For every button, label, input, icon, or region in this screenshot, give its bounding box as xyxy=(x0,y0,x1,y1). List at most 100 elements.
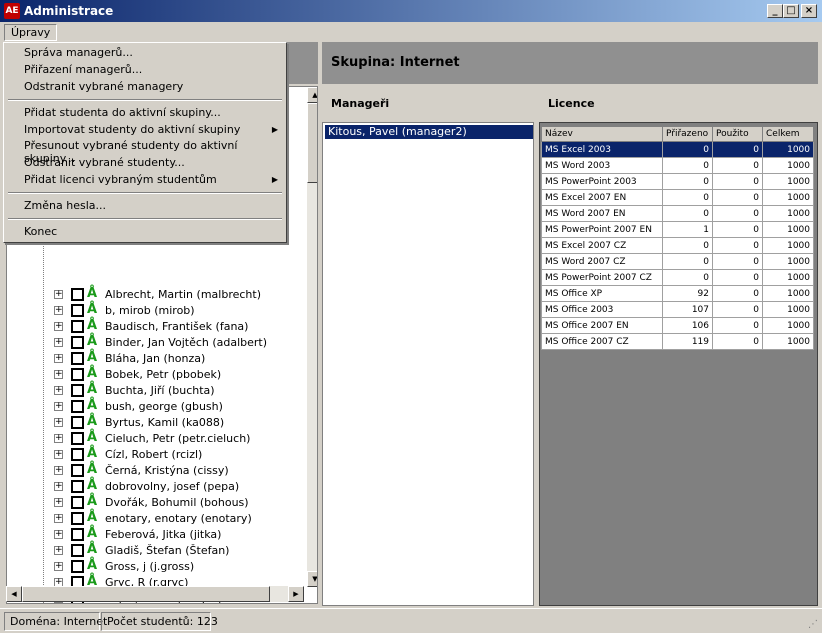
column-header-used[interactable]: Použito xyxy=(712,126,763,142)
scroll-up-button[interactable]: ▲ xyxy=(307,87,317,103)
list-item[interactable]: + Å Bobek, Petr (pbobek) xyxy=(7,366,307,383)
scroll-thumb[interactable] xyxy=(307,103,317,183)
expand-icon[interactable]: + xyxy=(54,290,63,299)
checkbox[interactable] xyxy=(71,288,84,301)
table-row[interactable]: MS Excel 2003 0 0 1000 xyxy=(541,141,814,158)
checkbox[interactable] xyxy=(71,512,84,525)
checkbox[interactable] xyxy=(71,528,84,541)
expand-icon[interactable]: + xyxy=(54,482,63,491)
list-item[interactable]: + Å Baudisch, František (fana) xyxy=(7,318,307,335)
list-item[interactable]: + Å Cízl, Robert (rcizl) xyxy=(7,446,307,463)
checkbox[interactable] xyxy=(71,544,84,557)
resize-grip-icon[interactable]: ⋰ xyxy=(808,619,820,631)
cell-total: 1000 xyxy=(762,237,814,254)
column-header-assigned[interactable]: Přiřazeno xyxy=(662,126,713,142)
horizontal-scrollbar[interactable]: ◀ ▶ xyxy=(6,586,304,602)
expand-icon[interactable]: + xyxy=(54,498,63,507)
table-row[interactable]: MS PowerPoint 2003 0 0 1000 xyxy=(541,173,814,190)
table-row[interactable]: MS Excel 2007 CZ 0 0 1000 xyxy=(541,237,814,254)
checkbox[interactable] xyxy=(71,416,84,429)
cell-used: 0 xyxy=(712,157,763,174)
list-item[interactable]: + Åb, mirob (mirob) xyxy=(7,302,307,319)
list-item[interactable]: + Å Cieluch, Petr (petr.cieluch) xyxy=(7,430,307,447)
expand-icon[interactable]: + xyxy=(54,354,63,363)
list-item[interactable]: + Å Feberová, Jitka (jitka) xyxy=(7,526,307,543)
checkbox[interactable] xyxy=(71,368,84,381)
menu-item-add-license[interactable]: Přidat licenci vybraným studentům xyxy=(24,173,217,186)
column-header-name[interactable]: Název xyxy=(541,126,663,142)
list-item[interactable]: + Å Gross, j (j.gross) xyxy=(7,558,307,575)
table-row[interactable]: MS Office XP 92 0 1000 xyxy=(541,285,814,302)
menu-item-import-students[interactable]: Importovat studenty do aktivní skupiny xyxy=(24,123,240,136)
checkbox[interactable] xyxy=(71,560,84,573)
menu-item-change-password[interactable]: Změna hesla... xyxy=(24,199,106,212)
expand-icon[interactable]: + xyxy=(54,546,63,555)
table-row[interactable]: MS PowerPoint 2007 EN 1 0 1000 xyxy=(541,221,814,238)
table-row[interactable]: MS PowerPoint 2007 CZ 0 0 1000 xyxy=(541,269,814,286)
checkbox[interactable] xyxy=(71,448,84,461)
list-item[interactable]: + Åenotary, enotary (enotary) xyxy=(7,510,307,527)
list-item[interactable]: + Å Albrecht, Martin (malbrecht) xyxy=(7,286,307,303)
expand-icon[interactable]: + xyxy=(54,466,63,475)
list-item[interactable]: + Åbush, george (gbush) xyxy=(7,398,307,415)
list-item[interactable]: + Å Černá, Kristýna (cissy) xyxy=(7,462,307,479)
menu-item-assign-managers[interactable]: Přiřazení managerů... xyxy=(24,63,142,76)
maximize-button[interactable]: □ xyxy=(783,4,799,18)
expand-icon[interactable]: + xyxy=(54,450,63,459)
expand-icon[interactable]: + xyxy=(54,530,63,539)
menu-item-manager-admin[interactable]: Správa managerů... xyxy=(24,46,133,59)
checkbox[interactable] xyxy=(71,480,84,493)
hscroll-thumb[interactable] xyxy=(22,586,270,602)
list-item[interactable]: + Å Binder, Jan Vojtěch (adalbert) xyxy=(7,334,307,351)
expand-icon[interactable]: + xyxy=(54,338,63,347)
list-item[interactable]: Kitous, Pavel (manager2) xyxy=(325,125,533,139)
expand-icon[interactable]: + xyxy=(54,370,63,379)
table-row[interactable]: MS Word 2003 0 0 1000 xyxy=(541,157,814,174)
checkbox[interactable] xyxy=(71,352,84,365)
list-item[interactable]: + Ådobrovolny, josef (pepa) xyxy=(7,478,307,495)
checkbox[interactable] xyxy=(71,432,84,445)
table-row[interactable]: MS Word 2007 CZ 0 0 1000 xyxy=(541,253,814,270)
vertical-scrollbar[interactable]: ▲ ▼ xyxy=(307,87,317,587)
table-row[interactable]: MS Office 2007 CZ 119 0 1000 xyxy=(541,333,814,350)
menu-item-remove-managers[interactable]: Odstranit vybrané managery xyxy=(24,80,183,93)
checkbox[interactable] xyxy=(71,320,84,333)
licenses-title: Licence xyxy=(548,97,595,110)
list-item[interactable]: + Å Bláha, Jan (honza) xyxy=(7,350,307,367)
column-header-total[interactable]: Celkem xyxy=(762,126,814,142)
scroll-right-button[interactable]: ▶ xyxy=(288,586,304,602)
table-row[interactable]: MS Excel 2007 EN 0 0 1000 xyxy=(541,189,814,206)
list-item[interactable]: + Å Gladiš, Štefan (Štefan) xyxy=(7,542,307,559)
menu-item-exit[interactable]: Konec xyxy=(24,225,57,238)
close-button[interactable]: × xyxy=(801,4,817,18)
list-item[interactable]: + Å Buchta, Jiří (buchta) xyxy=(7,382,307,399)
checkbox[interactable] xyxy=(71,384,84,397)
user-icon: Å xyxy=(87,478,98,493)
checkbox[interactable] xyxy=(71,496,84,509)
expand-icon[interactable]: + xyxy=(54,322,63,331)
expand-icon[interactable]: + xyxy=(54,386,63,395)
expand-icon[interactable]: + xyxy=(54,434,63,443)
table-row[interactable]: MS Word 2007 EN 0 0 1000 xyxy=(541,205,814,222)
expand-icon[interactable]: + xyxy=(54,418,63,427)
managers-list[interactable]: Kitous, Pavel (manager2) xyxy=(322,122,534,606)
checkbox[interactable] xyxy=(71,400,84,413)
minimize-button[interactable]: _ xyxy=(767,4,783,18)
expand-icon[interactable]: + xyxy=(54,402,63,411)
expand-icon[interactable]: + xyxy=(54,514,63,523)
table-row[interactable]: MS Office 2007 EN 106 0 1000 xyxy=(541,317,814,334)
scroll-left-button[interactable]: ◀ xyxy=(6,586,22,602)
menu-item-add-student[interactable]: Přidat studenta do aktivní skupiny... xyxy=(24,106,221,119)
table-row[interactable]: MS Office 2003 107 0 1000 xyxy=(541,301,814,318)
expand-icon[interactable]: + xyxy=(54,562,63,571)
list-item[interactable]: + Å Dvořák, Bohumil (bohous) xyxy=(7,494,307,511)
list-item[interactable]: + Å Byrtus, Kamil (ka088) xyxy=(7,414,307,431)
checkbox[interactable] xyxy=(71,464,84,477)
menu-edit[interactable]: Úpravy xyxy=(4,24,58,41)
expand-icon[interactable]: + xyxy=(54,306,63,315)
scroll-down-button[interactable]: ▼ xyxy=(307,571,317,587)
checkbox[interactable] xyxy=(71,304,84,317)
checkbox[interactable] xyxy=(71,336,84,349)
menu-separator xyxy=(8,192,282,194)
menu-item-remove-students[interactable]: Odstranit vybrané studenty... xyxy=(24,156,185,169)
